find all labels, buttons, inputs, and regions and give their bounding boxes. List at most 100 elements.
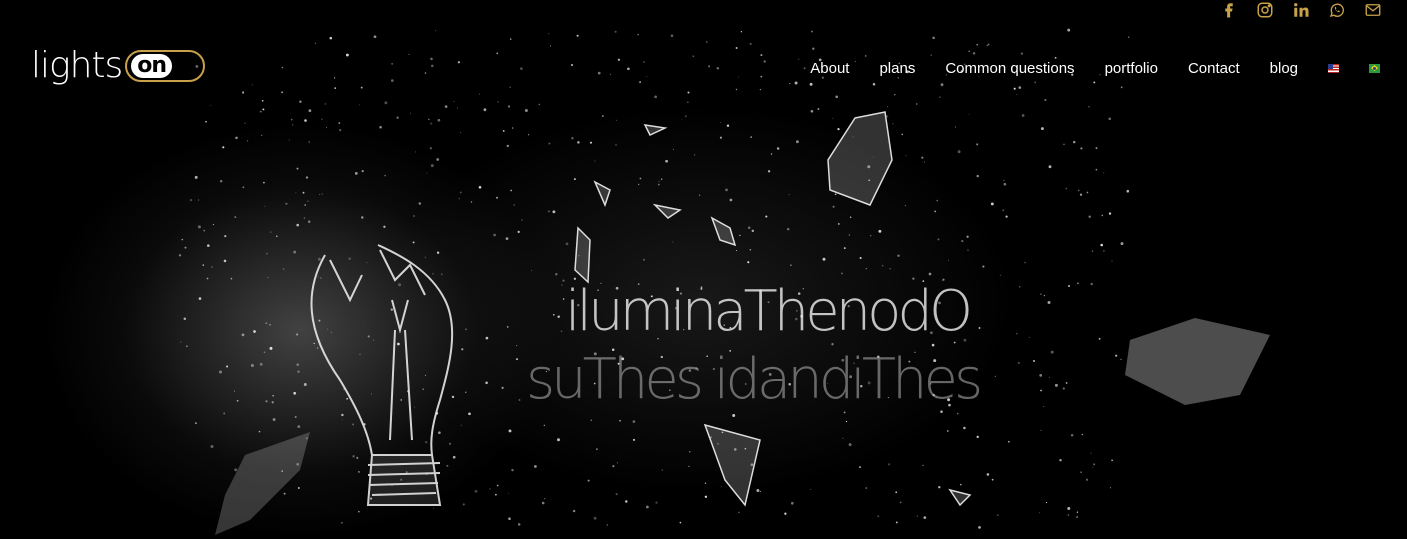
dust-particle bbox=[615, 119, 617, 121]
dust-particle bbox=[197, 225, 201, 229]
dust-particle bbox=[1067, 284, 1071, 288]
dust-particle bbox=[448, 442, 452, 445]
dust-particle bbox=[940, 83, 944, 87]
nav-portfolio[interactable]: portfolio bbox=[1105, 60, 1158, 77]
dust-particle bbox=[571, 137, 574, 140]
dust-particle bbox=[809, 82, 813, 86]
dust-particle bbox=[1111, 459, 1113, 462]
nav-contact[interactable]: Contact bbox=[1188, 60, 1240, 77]
dust-particle bbox=[1065, 382, 1068, 384]
dust-particle bbox=[366, 262, 368, 264]
dust-particle bbox=[474, 489, 478, 493]
dust-particle bbox=[1126, 189, 1130, 193]
dust-particle bbox=[305, 176, 309, 179]
dust-particle bbox=[938, 486, 941, 489]
dust-particle bbox=[358, 511, 360, 513]
dust-particle bbox=[1081, 433, 1084, 436]
nav-common-questions[interactable]: Common questions bbox=[945, 60, 1074, 77]
dust-particle bbox=[749, 42, 752, 45]
dust-particle bbox=[751, 229, 755, 233]
nav-plans[interactable]: plans bbox=[879, 60, 915, 77]
dust-particle bbox=[614, 30, 617, 33]
dust-particle bbox=[296, 223, 300, 227]
dust-particle bbox=[515, 358, 519, 361]
dust-particle bbox=[627, 67, 630, 71]
dust-particle bbox=[348, 257, 351, 260]
dust-particle bbox=[1065, 187, 1068, 190]
dust-particle bbox=[424, 256, 426, 258]
dust-particle bbox=[1103, 172, 1105, 174]
dust-particle bbox=[461, 348, 464, 351]
dust-particle bbox=[285, 202, 288, 205]
nav-about[interactable]: About bbox=[810, 60, 849, 77]
dust-particle bbox=[655, 501, 658, 504]
dust-particle bbox=[759, 88, 762, 91]
dust-particle bbox=[510, 38, 512, 40]
dust-particle bbox=[297, 487, 300, 489]
dust-particle bbox=[462, 503, 465, 506]
dust-particle bbox=[502, 129, 505, 132]
dust-particle bbox=[784, 512, 787, 515]
dust-particle bbox=[346, 397, 349, 400]
dust-particle bbox=[881, 264, 884, 267]
dust-particle bbox=[341, 521, 343, 524]
dust-particle bbox=[681, 119, 683, 120]
en-us-flag-icon[interactable] bbox=[1328, 63, 1339, 73]
dust-particle bbox=[832, 205, 835, 208]
whatsapp-icon[interactable] bbox=[1327, 1, 1347, 19]
dust-particle bbox=[1091, 250, 1094, 252]
dust-particle bbox=[202, 264, 205, 266]
dust-particle bbox=[263, 181, 265, 184]
dust-particle bbox=[673, 148, 674, 150]
dust-particle bbox=[206, 277, 209, 280]
dust-particle bbox=[788, 194, 790, 196]
dust-particle bbox=[210, 445, 214, 448]
dust-particle bbox=[1043, 294, 1046, 297]
dust-particle bbox=[865, 268, 867, 270]
dust-particle bbox=[435, 30, 437, 32]
dust-particle bbox=[770, 153, 773, 155]
dust-particle bbox=[726, 124, 730, 127]
dust-particle bbox=[189, 198, 193, 202]
dust-particle bbox=[1013, 87, 1016, 90]
dust-particle bbox=[259, 110, 262, 113]
dust-particle bbox=[235, 136, 238, 140]
dust-particle bbox=[233, 390, 235, 392]
dust-particle bbox=[587, 479, 590, 482]
instagram-icon[interactable] bbox=[1255, 1, 1275, 19]
site-logo[interactable]: lights on bbox=[31, 46, 206, 86]
dust-particle bbox=[725, 188, 728, 192]
dust-particle bbox=[928, 272, 932, 276]
dust-particle bbox=[1090, 452, 1092, 454]
linkedin-icon[interactable] bbox=[1291, 1, 1311, 19]
dust-particle bbox=[329, 36, 333, 40]
dust-particle bbox=[561, 284, 563, 286]
dust-particle bbox=[1016, 94, 1018, 96]
dust-particle bbox=[247, 140, 249, 142]
facebook-icon[interactable] bbox=[1219, 1, 1239, 19]
dust-particle bbox=[786, 227, 790, 231]
dust-particle bbox=[1076, 515, 1079, 519]
dust-particle bbox=[1088, 106, 1090, 108]
pt-br-flag-icon[interactable] bbox=[1369, 63, 1380, 73]
dust-particle bbox=[460, 424, 462, 426]
dust-particle bbox=[1040, 127, 1044, 131]
nav-blog[interactable]: blog bbox=[1270, 60, 1298, 77]
dust-particle bbox=[934, 210, 937, 213]
dust-particle bbox=[511, 468, 514, 472]
dust-particle bbox=[390, 79, 394, 82]
dust-particle bbox=[521, 219, 523, 221]
dust-particle bbox=[1092, 466, 1094, 468]
dust-particle bbox=[242, 186, 245, 189]
dust-particle bbox=[1120, 358, 1122, 360]
dust-particle bbox=[489, 488, 491, 490]
dust-particle bbox=[541, 501, 545, 505]
dust-particle bbox=[1040, 429, 1042, 431]
mail-icon[interactable] bbox=[1363, 1, 1383, 19]
dust-particle bbox=[643, 61, 645, 63]
dust-particle bbox=[1085, 478, 1089, 481]
dust-particle bbox=[615, 144, 617, 146]
dust-particle bbox=[721, 486, 723, 488]
dust-particle bbox=[293, 391, 297, 395]
dust-particle bbox=[511, 127, 514, 129]
